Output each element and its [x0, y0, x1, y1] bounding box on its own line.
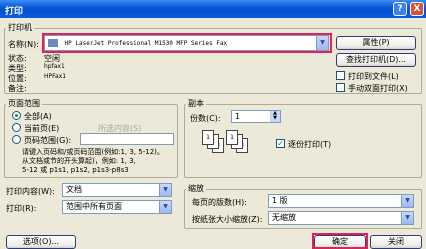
printer-name-label: 名称(N): [8, 40, 39, 49]
range-pages-radio[interactable] [12, 135, 21, 144]
range-pages-label[interactable]: 页码范围(G): [24, 135, 71, 146]
scale-label: 按纸张大小缩放(Z): [192, 215, 263, 224]
title-bar[interactable]: 打印 ? X [0, 0, 426, 18]
printer-name-highlight [42, 33, 332, 53]
scale-value: 无缩放 [272, 213, 296, 222]
chevron-down-icon[interactable]: ▼ [401, 212, 413, 224]
print-value: 范围中所有页面 [66, 202, 122, 211]
printer-group-label: 打印机 [6, 22, 34, 33]
window-title: 打印 [5, 7, 24, 17]
range-hint-line-3: 5-12 或 p1s1, p1s2, p1s3-p8s3 [22, 166, 129, 174]
type-value: hpfax1 [44, 63, 65, 70]
chevron-down-icon[interactable]: ▼ [159, 184, 171, 196]
copies-count-label: 份数(C): [190, 114, 221, 123]
properties-button[interactable]: 属性(P) [336, 36, 416, 50]
manual-duplex-label[interactable]: 手动双面打印(X) [348, 83, 408, 94]
pages-per-sheet-label: 每页的版数(H): [192, 198, 247, 207]
print-what-select[interactable]: 文档 ▼ [62, 183, 172, 197]
range-hint-line-1: 请键入页码和/或页码范围(例如:1, 3, 5-12)。 [22, 148, 164, 156]
cancel-button[interactable]: 关闭 [370, 235, 422, 249]
range-all-radio[interactable] [12, 111, 21, 120]
options-button[interactable]: 选项(O)... [6, 235, 76, 249]
range-pages-input[interactable] [80, 133, 174, 145]
manual-duplex-checkbox[interactable] [336, 83, 345, 92]
find-printer-button[interactable]: 查找打印机(D)... [336, 53, 416, 67]
chevron-down-icon[interactable]: ▼ [401, 195, 413, 207]
range-all-label[interactable]: 全部(A) [24, 111, 52, 122]
close-button[interactable]: X [410, 2, 424, 16]
pages-per-sheet-value: 1 版 [272, 196, 288, 205]
print-label: 打印(R): [6, 204, 37, 213]
range-current-radio[interactable] [12, 123, 21, 132]
scale-select[interactable]: 无缩放 ▼ [268, 211, 414, 225]
pages-per-sheet-select[interactable]: 1 版 ▼ [268, 194, 414, 208]
collate-page-icon: 1 [202, 130, 214, 145]
copies-label: 副本 [186, 98, 206, 109]
page-range-label: 页面范围 [6, 98, 42, 109]
print-to-file-checkbox[interactable] [336, 71, 345, 80]
print-to-file-label[interactable]: 打印到文件(L) [348, 71, 399, 82]
zoom-label: 缩放 [186, 183, 206, 194]
chevron-down-icon[interactable]: ▼ [159, 201, 171, 213]
print-what-label: 打印内容(W): [6, 187, 55, 196]
spinner-icon[interactable]: ▲ ▼ [270, 111, 280, 122]
comment-label: 备注: [8, 84, 27, 93]
where-value: HPFax1 [44, 73, 67, 80]
range-hint-line-2: 从文档或节的开头算起)，例如: 1, 3, [22, 157, 136, 165]
collate-checkbox[interactable]: ✓ [276, 139, 285, 148]
collate-label[interactable]: 逐份打印(T) [288, 139, 331, 150]
print-what-value: 文档 [66, 185, 82, 194]
collate-page-icon: 1 [226, 130, 238, 145]
ok-button-highlight [312, 233, 368, 249]
range-current-label[interactable]: 当前页(E) [24, 123, 59, 134]
copies-count-input[interactable]: 1 ▲ ▼ [231, 110, 281, 123]
help-button[interactable]: ? [393, 2, 407, 16]
range-hint: 请键入页码和/或页码范围(例如:1, 3, 5-12)。 从文档或节的开头算起)… [22, 148, 176, 175]
copies-count-value: 1 [235, 112, 241, 121]
print-select[interactable]: 范围中所有页面 ▼ [62, 200, 172, 214]
